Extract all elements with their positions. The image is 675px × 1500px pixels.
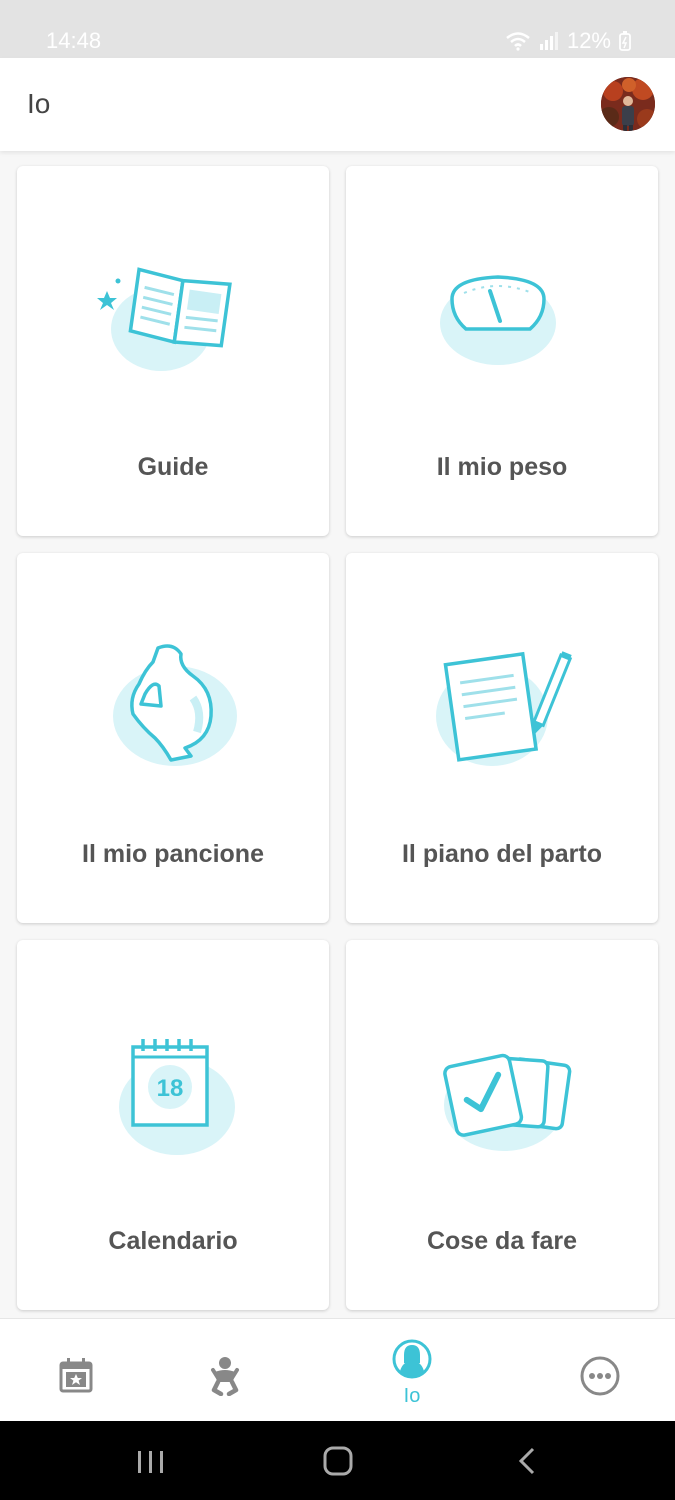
status-time: 14:48 (46, 28, 102, 53)
system-nav-bar (0, 1421, 675, 1500)
baby-icon (211, 1357, 239, 1396)
nav-item-calendar[interactable] (1, 1319, 151, 1422)
nav-label-me: Io (403, 1385, 421, 1407)
battery-text: 12% (566, 28, 611, 53)
open-book-icon (93, 251, 253, 381)
scale-icon (422, 251, 582, 381)
card-label: Il mio peso (436, 453, 568, 481)
card-weight[interactable]: Il mio peso (346, 166, 658, 536)
back-button[interactable] (515, 1441, 539, 1486)
card-guide[interactable]: Guide (17, 166, 329, 536)
calendar-day: 18 (157, 1075, 184, 1102)
feature-grid: Guide Il mio peso Il mio pancione Il pia… (17, 166, 658, 1310)
nav-item-me[interactable]: Io (337, 1319, 487, 1422)
more-icon (580, 1356, 620, 1396)
recent-apps-button[interactable] (136, 1441, 166, 1486)
card-label: Cose da fare (426, 1227, 578, 1255)
card-label: Il piano del parto (401, 840, 602, 868)
avatar[interactable] (601, 77, 655, 131)
status-bar: 14:48 12% (0, 0, 675, 58)
page-title: Io (27, 88, 51, 119)
app-header: Io (0, 58, 675, 151)
document-pencil-icon (422, 638, 582, 768)
card-calendar[interactable]: 18 Calendario (17, 940, 329, 1310)
card-label: Guide (137, 453, 209, 481)
home-button[interactable] (322, 1441, 356, 1486)
bottom-nav: Io (0, 1318, 675, 1421)
card-label: Il mio pancione (82, 840, 264, 868)
nav-item-more[interactable] (525, 1319, 675, 1422)
wifi-icon (505, 31, 531, 51)
calendar-star-icon (59, 1358, 93, 1393)
user-icon (392, 1339, 432, 1379)
signal-icon (539, 32, 559, 50)
card-label: Calendario (108, 1227, 238, 1255)
card-todo[interactable]: Cose da fare (346, 940, 658, 1310)
pregnant-belly-icon (93, 638, 253, 768)
card-belly[interactable]: Il mio pancione (17, 553, 329, 923)
card-birth-plan[interactable]: Il piano del parto (346, 553, 658, 923)
nav-item-baby[interactable] (150, 1319, 300, 1422)
status-icons: 12% (505, 28, 631, 54)
calendar-icon: 18 (93, 1025, 253, 1155)
checklist-cards-icon (422, 1025, 582, 1155)
battery-icon (619, 31, 631, 51)
